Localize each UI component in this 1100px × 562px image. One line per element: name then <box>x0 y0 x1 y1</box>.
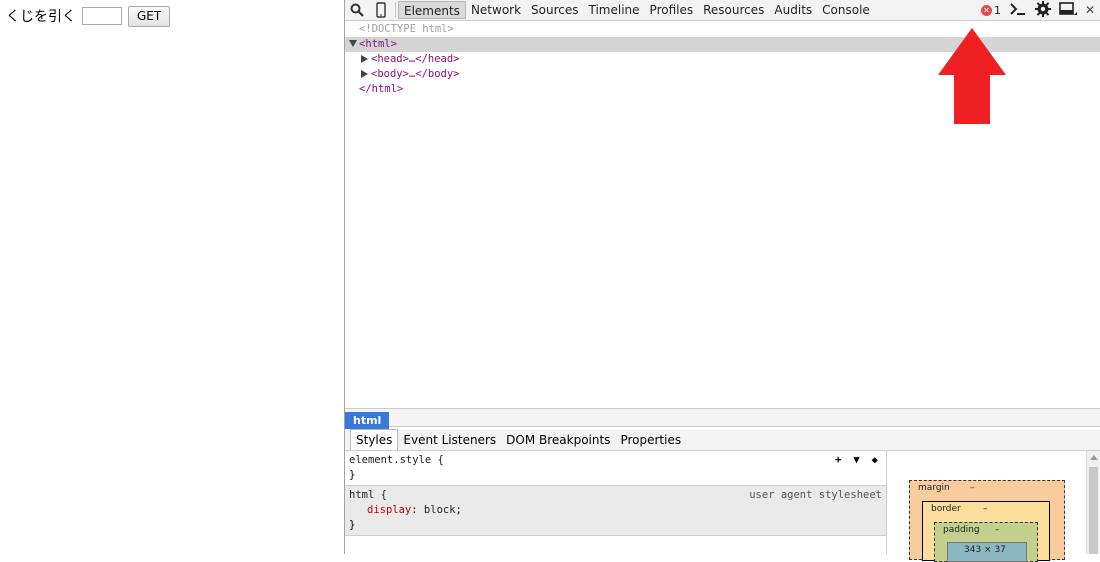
rule-source: user agent stylesheet <box>749 489 882 501</box>
scroll-up-icon[interactable] <box>1090 455 1098 460</box>
devtools-toolbar: Elements Network Sources Timeline Profil… <box>345 0 1100 21</box>
css-property-name[interactable]: display <box>349 504 411 516</box>
styles-pane: element.style { } + ▼ ◆ html { user agen… <box>345 451 887 554</box>
head-tag: <head>…</head> <box>371 53 460 65</box>
sidebar-tabs: Styles Event Listeners DOM Breakpoints P… <box>345 429 1100 451</box>
content-box: 343 × 37 <box>947 542 1027 562</box>
breadcrumb-html[interactable]: html <box>345 412 390 429</box>
device-mode-icon[interactable] <box>369 0 393 20</box>
breadcrumb: html <box>345 408 1100 429</box>
rule-close-brace: } <box>349 519 356 531</box>
element-style-rule[interactable]: element.style { } + ▼ ◆ <box>345 451 886 486</box>
expand-right-icon[interactable] <box>361 55 368 63</box>
pin-icon[interactable]: ▼ <box>853 453 859 468</box>
annotation-arrow <box>938 28 1006 124</box>
expand-right-icon[interactable] <box>361 70 368 78</box>
lottery-form: くじを引く GET <box>6 5 171 27</box>
console-drawer-icon[interactable] <box>1009 2 1027 19</box>
element-style-selector: element.style { <box>349 454 444 466</box>
toolbar-separator <box>395 2 396 18</box>
html-close-tag: </html> <box>359 83 404 95</box>
tab-console[interactable]: Console <box>817 1 875 19</box>
gear-icon[interactable] <box>1034 0 1051 20</box>
css-colon: : <box>411 504 424 516</box>
body-tag: <body>…</body> <box>371 68 460 80</box>
tab-properties[interactable]: Properties <box>615 430 686 450</box>
tab-audits[interactable]: Audits <box>769 1 817 19</box>
box-model-metrics: margin – border – padding – 343 × 37 <box>887 451 1100 562</box>
rule-close-brace: } <box>349 469 356 481</box>
margin-value[interactable]: – <box>970 483 975 493</box>
border-value[interactable]: – <box>983 504 988 514</box>
tab-event-listeners[interactable]: Event Listeners <box>398 430 501 450</box>
get-button[interactable]: GET <box>128 5 171 27</box>
html-open-tag: <html> <box>359 38 397 50</box>
tab-timeline[interactable]: Timeline <box>584 1 645 19</box>
dock-side-icon[interactable] <box>1059 1 1077 19</box>
error-count: 1 <box>993 3 1001 17</box>
lottery-input[interactable] <box>82 7 122 25</box>
css-property-value[interactable]: block; <box>424 504 462 516</box>
scroll-thumb[interactable] <box>1089 467 1098 554</box>
search-icon[interactable] <box>345 0 369 20</box>
toolbar-right: ✕ 1 ✕ <box>980 0 1100 20</box>
tab-elements[interactable]: Elements <box>398 1 466 19</box>
border-label: border <box>931 504 961 514</box>
expand-down-icon[interactable] <box>349 40 357 47</box>
tab-sources[interactable]: Sources <box>526 1 583 19</box>
tab-resources[interactable]: Resources <box>698 1 769 19</box>
color-format-icon[interactable]: ◆ <box>872 453 878 468</box>
doctype-text: <!DOCTYPE html> <box>359 23 454 35</box>
tab-dom-breakpoints[interactable]: DOM Breakpoints <box>501 430 615 450</box>
tab-styles[interactable]: Styles <box>350 429 399 450</box>
padding-label: padding <box>943 525 980 535</box>
styles-scrollbar[interactable] <box>1086 451 1100 554</box>
close-icon[interactable]: ✕ <box>1085 3 1095 17</box>
margin-label: margin <box>918 483 950 493</box>
tab-profiles[interactable]: Profiles <box>645 1 699 19</box>
rule-actions: + ▼ ◆ <box>835 453 878 468</box>
error-icon: ✕ <box>980 4 992 16</box>
page-viewport: くじを引く GET <box>0 0 344 554</box>
error-counter[interactable]: ✕ 1 <box>980 3 1001 17</box>
lottery-label: くじを引く <box>6 9 76 25</box>
new-rule-icon[interactable]: + <box>835 453 841 468</box>
padding-value[interactable]: – <box>995 525 1000 535</box>
tab-network[interactable]: Network <box>466 1 526 19</box>
html-style-rule[interactable]: html { user agent stylesheet display: bl… <box>345 486 886 536</box>
